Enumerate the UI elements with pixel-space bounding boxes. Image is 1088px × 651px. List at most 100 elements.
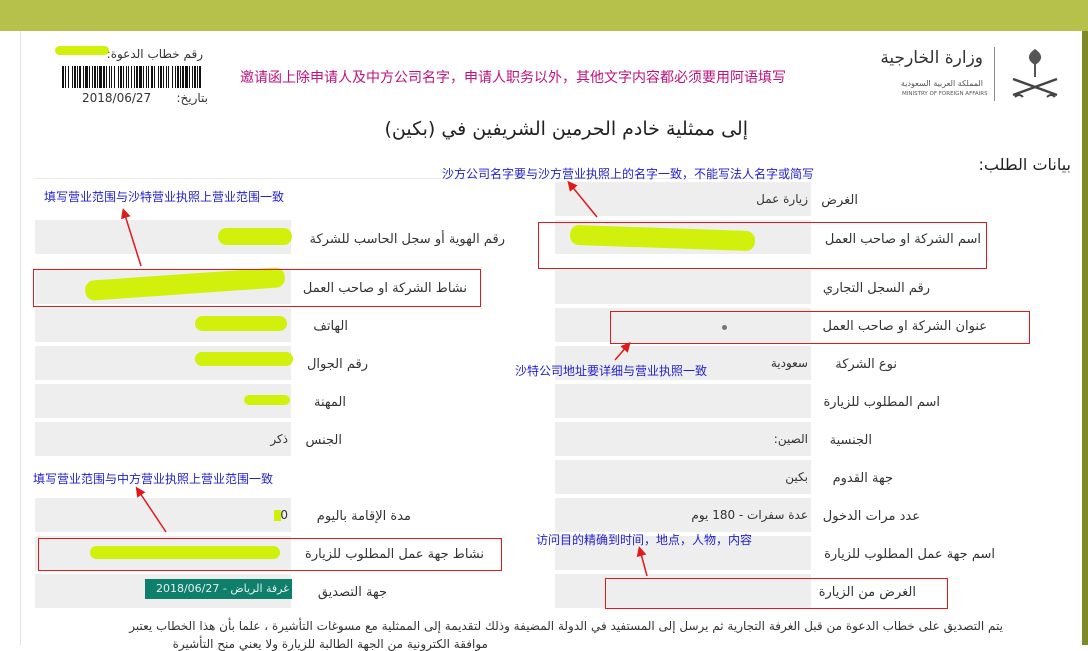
field-nationality[interactable] bbox=[555, 422, 811, 456]
right-border bbox=[1082, 31, 1088, 645]
barcode-bar bbox=[163, 66, 164, 88]
barcode-bar bbox=[74, 66, 76, 88]
barcode-bar bbox=[65, 66, 66, 88]
barcode-bar bbox=[194, 66, 196, 88]
barcode-bar bbox=[199, 66, 201, 88]
barcode-bar bbox=[160, 66, 162, 88]
top-bar bbox=[0, 0, 1088, 31]
redacted-invite-number bbox=[55, 46, 109, 55]
value-certification: غرفة الرياض - 2018/06/27 bbox=[155, 582, 289, 595]
barcode-bar bbox=[128, 66, 129, 88]
label-id-number: رقم الهوية أو سجل الحاسب للشركة bbox=[309, 232, 505, 247]
value-arrival-from: بكين bbox=[785, 470, 808, 484]
ministry-name-en: MINISTRY OF FOREIGN AFFAIRS bbox=[902, 91, 988, 97]
field-visitor-name[interactable] bbox=[555, 384, 811, 418]
label-visitor-employer: اسم جهة عمل المطلوب للزيارة bbox=[824, 547, 995, 562]
barcode-bar bbox=[134, 66, 135, 88]
label-commercial-register: رقم السجل التجاري bbox=[822, 281, 930, 296]
barcode-bar bbox=[97, 66, 98, 88]
barcode-bar bbox=[118, 66, 119, 88]
label-visitor-name: اسم المطلوب للزيارة bbox=[823, 395, 940, 410]
barcode-bar bbox=[136, 66, 138, 88]
barcode bbox=[62, 66, 202, 88]
note-business-scope-saudi: 填写营业范围与沙特营业执照上营业范围一致 bbox=[44, 190, 285, 204]
note-company-name: 沙方公司名字要与沙方营业执照上的名字一致，不能写法人名字或简写 bbox=[442, 167, 815, 181]
field-stay-days[interactable] bbox=[35, 498, 291, 532]
barcode-bar bbox=[182, 66, 184, 88]
value-gender: ذكر bbox=[270, 432, 288, 446]
emblem-icon bbox=[1005, 45, 1065, 103]
ministry-sub-ar: المملكة العربية السعودية bbox=[900, 79, 983, 88]
label-phone: الهاتف bbox=[313, 319, 348, 334]
value-entries: عدة سفرات - 180 يوم bbox=[691, 508, 808, 522]
barcode-bar bbox=[172, 66, 173, 88]
note-purpose: 访问目的精确到时间，地点，人物，内容 bbox=[536, 533, 753, 547]
section-title: بيانات الطلب: bbox=[978, 155, 1071, 174]
barcode-bar bbox=[68, 66, 69, 88]
field-gender[interactable] bbox=[35, 422, 291, 456]
barcode-bar bbox=[177, 66, 179, 88]
top-note: 邀请函上除申请人及中方公司名字，申请人职务以外，其他文字内容都必须要用阿语填写 bbox=[240, 70, 786, 86]
ministry-name-ar: وزارة الخارجية bbox=[880, 48, 983, 68]
barcode-bar bbox=[99, 66, 102, 88]
barcode-bar bbox=[185, 66, 188, 88]
barcode-bar bbox=[189, 66, 190, 88]
barcode-bar bbox=[89, 66, 90, 88]
barcode-bar bbox=[158, 66, 159, 88]
field-commercial-register[interactable] bbox=[555, 270, 811, 304]
footer-line-1: يتم التصديق على خطاب الدعوة من قبل الغرف… bbox=[129, 619, 1003, 633]
barcode-bar bbox=[72, 66, 73, 88]
barcode-bar bbox=[175, 66, 176, 88]
barcode-bar bbox=[62, 66, 64, 88]
barcode-bar bbox=[79, 66, 81, 88]
annotation-box-company-address bbox=[610, 311, 1030, 344]
barcode-bar bbox=[197, 66, 198, 88]
barcode-bar bbox=[180, 66, 181, 88]
barcode-bar bbox=[111, 66, 112, 88]
value-nationality: الصين: bbox=[773, 432, 808, 446]
annotation-box-employer-activity bbox=[38, 538, 502, 571]
logo-divider bbox=[994, 47, 995, 101]
barcode-bar bbox=[139, 66, 142, 88]
label-stay-days: مدة الإقامة باليوم bbox=[316, 509, 411, 524]
field-arrival-from[interactable] bbox=[555, 460, 811, 494]
barcode-bar bbox=[143, 66, 144, 88]
barcode-bar bbox=[92, 66, 93, 88]
barcode-bar bbox=[109, 66, 110, 88]
redacted-phone bbox=[195, 316, 287, 331]
date-label: بتاريخ: bbox=[176, 91, 208, 105]
redacted-id-number bbox=[218, 228, 292, 245]
barcode-bar bbox=[103, 66, 105, 88]
value-stay-days: 0 bbox=[280, 508, 288, 522]
barcode-bar bbox=[131, 66, 132, 88]
left-border bbox=[20, 31, 21, 645]
barcode-bar bbox=[77, 66, 78, 88]
page-title: إلى ممثلية خادم الحرمين الشريفين في (بكي… bbox=[384, 118, 748, 140]
barcode-bar bbox=[85, 66, 88, 88]
label-purpose: الغرض bbox=[821, 193, 858, 208]
label-arrival-from: جهة القدوم bbox=[832, 471, 893, 486]
annotation-box-company-activity bbox=[33, 269, 481, 307]
barcode-bar bbox=[154, 66, 155, 88]
footer-line-2: موافقة الكترونية من الجهة الطالبة للزيار… bbox=[172, 637, 488, 651]
barcode-bar bbox=[166, 66, 167, 88]
redacted-profession bbox=[244, 395, 290, 405]
note-business-scope-china: 填写营业范围与中方营业执照上营业范围一致 bbox=[33, 472, 274, 486]
barcode-bar bbox=[126, 66, 127, 88]
barcode-bar bbox=[168, 66, 169, 88]
annotation-box-company-name bbox=[538, 222, 987, 269]
redacted-mobile bbox=[195, 352, 293, 366]
barcode-bar bbox=[83, 66, 84, 88]
barcode-bar bbox=[114, 66, 115, 88]
barcode-bar bbox=[192, 66, 193, 88]
barcode-bar bbox=[120, 66, 122, 88]
invite-number-label: رقم خطاب الدعوة: bbox=[106, 47, 203, 61]
label-mobile: رقم الجوال bbox=[306, 357, 368, 372]
value-purpose: زيارة عمل bbox=[756, 192, 808, 206]
label-profession: المهنة bbox=[314, 395, 346, 410]
label-entries: عدد مرات الدخول bbox=[822, 509, 920, 524]
annotation-box-visit-purpose bbox=[605, 578, 948, 609]
barcode-bar bbox=[123, 66, 124, 88]
label-company-type: نوع الشركة bbox=[835, 357, 897, 372]
barcode-bar bbox=[148, 66, 149, 88]
